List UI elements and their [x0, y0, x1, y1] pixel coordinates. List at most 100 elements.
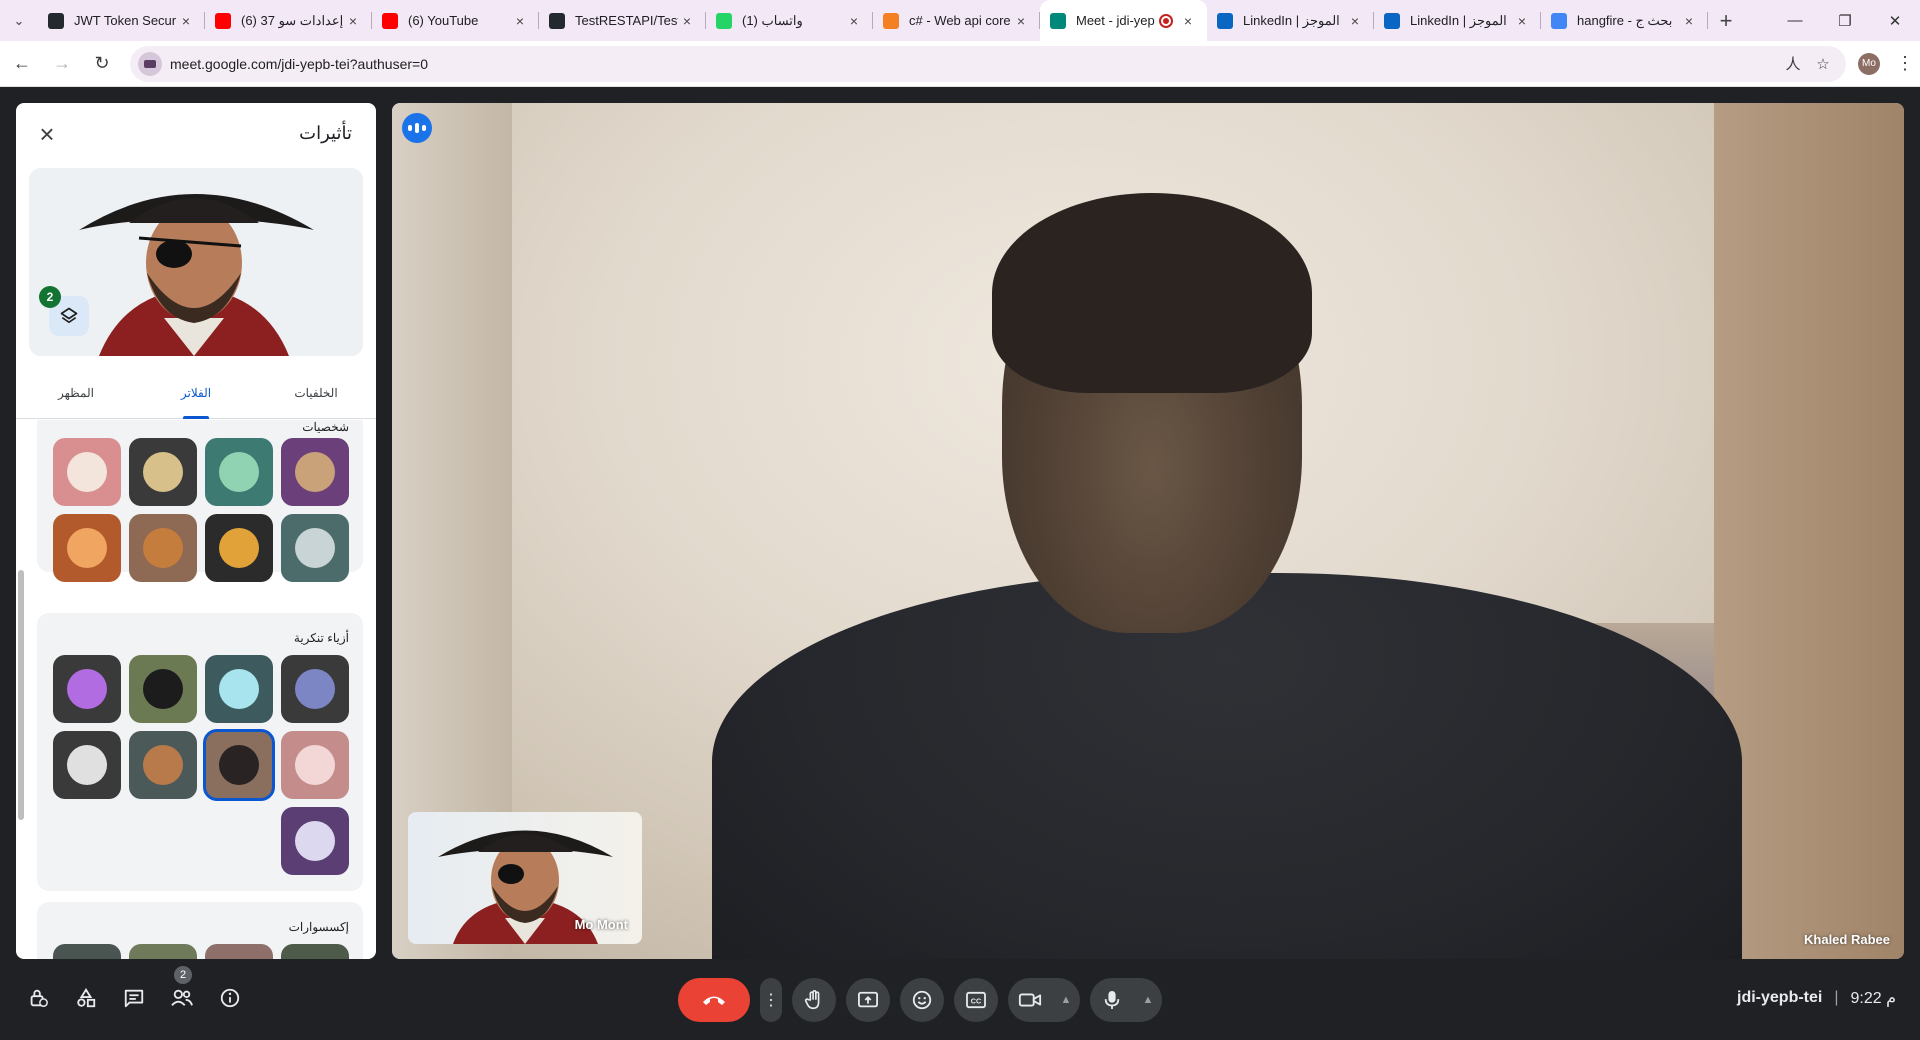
filter-wizard-hat[interactable] — [281, 655, 349, 723]
filter-thumbnail[interactable] — [53, 944, 121, 959]
call-controls: ⋮ CC ▲ ▲ — [678, 978, 1162, 1022]
layers-icon — [60, 307, 78, 324]
filter-cowboy-hat[interactable] — [129, 731, 197, 799]
leave-call-button[interactable] — [678, 978, 750, 1022]
reload-icon[interactable]: ↻ — [84, 46, 120, 82]
tab-appearance[interactable]: المظهر — [16, 367, 136, 418]
chevron-up-icon[interactable]: ▲ — [1134, 978, 1162, 1022]
chat-icon[interactable] — [116, 980, 152, 1016]
browser-tab[interactable]: TestRESTAPI/TestR× — [539, 0, 706, 41]
filter-cat[interactable] — [53, 514, 121, 582]
close-tab-icon[interactable]: × — [845, 13, 863, 29]
pirate-hat-icon — [219, 745, 259, 785]
effects-tabs: المظهر الفلاتر الخلفيات — [16, 367, 376, 419]
filter-robot[interactable] — [281, 514, 349, 582]
filter-thumbnail[interactable] — [129, 944, 197, 959]
profile-avatar[interactable]: Mo — [1858, 52, 1880, 75]
accessories-grid — [53, 944, 349, 959]
filter-bunny[interactable] — [53, 438, 121, 506]
browser-tab[interactable]: c# - Web api core × — [873, 0, 1040, 41]
browser-menu-icon[interactable]: ⋮ — [1890, 53, 1920, 74]
astronaut-helmet-icon — [219, 669, 259, 709]
address-bar[interactable]: meet.google.com/jdi-yepb-tei?authuser=0 … — [130, 45, 1846, 82]
puppy-icon — [143, 528, 183, 568]
filter-puppy[interactable] — [129, 514, 197, 582]
window-controls: — ❐ ✕ — [1770, 0, 1920, 41]
browser-tab[interactable]: Meet - jdi-yep × — [1040, 0, 1207, 41]
close-tab-icon[interactable]: × — [1012, 13, 1030, 29]
filter-sunglasses[interactable] — [129, 655, 197, 723]
reactions-button[interactable] — [900, 978, 944, 1022]
restore-icon[interactable]: ❐ — [1820, 0, 1870, 41]
tab-filters[interactable]: الفلاتر — [136, 367, 256, 418]
filter-astronaut-helmet[interactable] — [205, 655, 273, 723]
filter-alien[interactable] — [205, 438, 273, 506]
host-controls-lock-icon[interactable] — [20, 980, 56, 1016]
close-tab-icon[interactable]: × — [1680, 13, 1698, 29]
microphone-toggle-button[interactable] — [1090, 978, 1134, 1022]
browser-tab[interactable]: (1) واتساب × — [706, 0, 873, 41]
close-tab-icon[interactable]: × — [1513, 13, 1531, 29]
close-tab-icon[interactable]: × — [511, 13, 529, 29]
side-controls: 2 — [20, 966, 248, 1016]
browser-tab[interactable]: JWT Token Securit × — [38, 0, 205, 41]
effects-scroll-area[interactable]: شخصيات أزياء تنكرية إكسسوارات — [16, 420, 376, 959]
browser-tab[interactable]: (6) 37 إعدادات سو × — [205, 0, 372, 41]
filter-fedora[interactable] — [53, 731, 121, 799]
filter-bunny-ears[interactable] — [281, 731, 349, 799]
meeting-controls-bar: 2 ⋮ CC ▲ ▲ jdi-yepb-tei | 9:22 م — [0, 960, 1920, 1040]
back-arrow-icon[interactable]: ← — [4, 46, 40, 82]
tab-backgrounds[interactable]: الخلفيات — [256, 367, 376, 418]
github-icon — [549, 12, 565, 29]
robot-icon — [295, 528, 335, 568]
filter-space-mascot[interactable] — [281, 807, 349, 875]
close-tab-icon[interactable]: × — [344, 13, 362, 29]
close-tab-icon[interactable]: × — [1346, 13, 1364, 29]
close-tab-icon[interactable]: × — [678, 13, 696, 29]
camera-toggle-button[interactable] — [1008, 978, 1052, 1022]
close-icon[interactable]: × — [34, 121, 60, 147]
captions-button[interactable]: CC — [954, 978, 998, 1022]
translate-icon[interactable]: 人 — [1778, 53, 1808, 74]
bookmark-star-icon[interactable]: ☆ — [1808, 55, 1838, 73]
new-tab-button[interactable]: + — [1708, 8, 1744, 34]
forward-arrow-icon[interactable]: → — [44, 46, 80, 82]
close-window-icon[interactable]: ✕ — [1870, 0, 1920, 41]
present-screen-button[interactable] — [846, 978, 890, 1022]
participant-video — [992, 193, 1312, 393]
video-background — [1714, 103, 1904, 959]
owl-icon — [295, 452, 335, 492]
browser-tab[interactable]: hangfire - بحث ج × — [1541, 0, 1708, 41]
browser-tab[interactable]: LinkedIn | الموجز × — [1207, 0, 1374, 41]
self-participant-name: Mo Mont — [574, 917, 628, 932]
whatsapp-icon — [716, 12, 732, 29]
bunny-icon — [67, 452, 107, 492]
filter-rainbow-wig[interactable] — [53, 655, 121, 723]
tab-search-chevron-icon[interactable]: ⌄ — [0, 0, 38, 41]
people-icon[interactable]: 2 — [164, 966, 200, 1016]
filter-owl[interactable] — [281, 438, 349, 506]
close-tab-icon[interactable]: × — [1179, 13, 1197, 29]
tab-title: LinkedIn | الموجز — [1243, 12, 1340, 28]
close-tab-icon[interactable]: × — [177, 13, 195, 29]
filter-thumbnail[interactable] — [281, 944, 349, 959]
site-info-icon[interactable] — [138, 51, 162, 76]
self-view-tile[interactable]: Mo Mont — [408, 812, 642, 944]
microphone-icon — [1104, 991, 1120, 1009]
rainbow-wig-icon — [67, 669, 107, 709]
browser-tab[interactable]: LinkedIn | الموجز × — [1374, 0, 1541, 41]
filter-pirate-hat[interactable] — [203, 729, 275, 801]
chevron-up-icon[interactable]: ▲ — [1052, 978, 1080, 1022]
raise-hand-button[interactable] — [792, 978, 836, 1022]
meeting-info-icon[interactable] — [212, 980, 248, 1016]
filter-pufferfish[interactable] — [129, 438, 197, 506]
scrollbar-thumb[interactable] — [18, 570, 24, 820]
filter-chicken[interactable] — [205, 514, 273, 582]
browser-tab[interactable]: (6) YouTube × — [372, 0, 539, 41]
minimize-icon[interactable]: — — [1770, 0, 1820, 41]
more-options-icon[interactable]: ⋮ — [760, 978, 782, 1022]
filter-thumbnail[interactable] — [205, 944, 273, 959]
section-title: شخصيات — [302, 420, 349, 434]
activities-shapes-icon[interactable] — [68, 980, 104, 1016]
url-text[interactable]: meet.google.com/jdi-yepb-tei?authuser=0 — [170, 56, 1778, 72]
